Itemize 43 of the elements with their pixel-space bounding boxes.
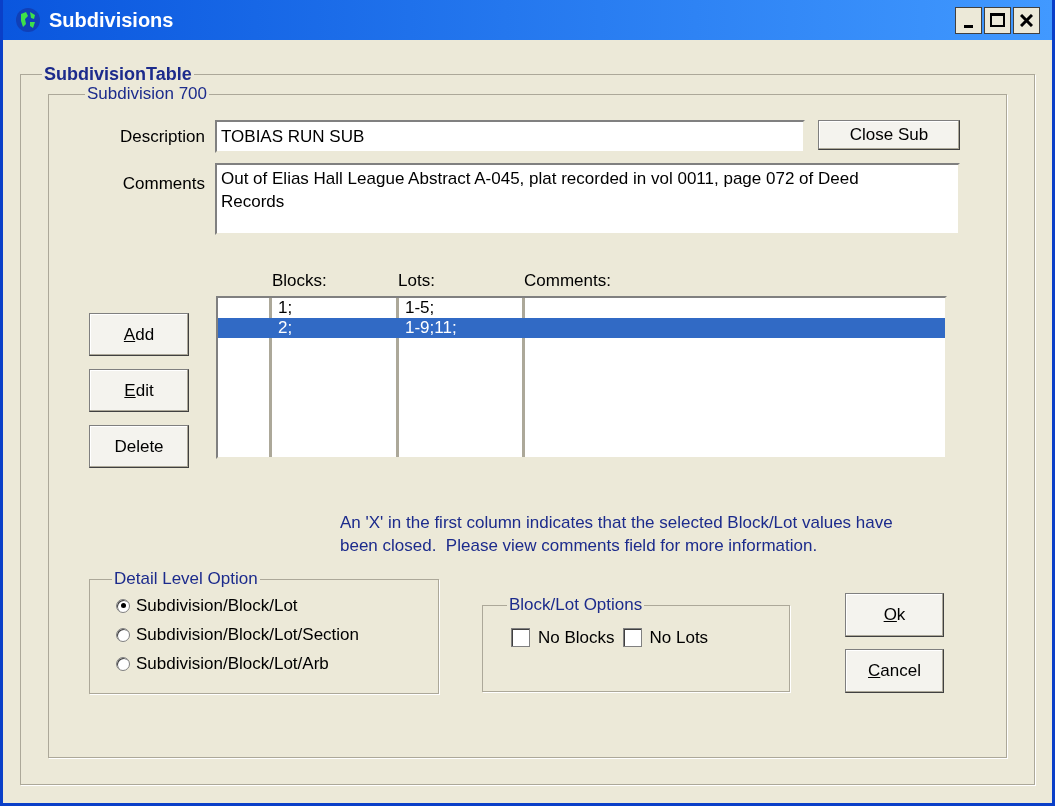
column-header: Comments: bbox=[524, 270, 611, 288]
checkbox-label: No Blocks bbox=[538, 627, 615, 649]
dialog-button[interactable]: Ok bbox=[845, 593, 944, 637]
checkbox[interactable] bbox=[511, 628, 530, 648]
comments-label: Comments bbox=[122, 172, 205, 195]
minimize-icon bbox=[964, 24, 973, 28]
radio-label: Subdivision/Block/Lot/Arb bbox=[136, 652, 329, 675]
close-icon bbox=[1020, 13, 1033, 27]
checkbox[interactable] bbox=[622, 628, 642, 648]
description-label: Description bbox=[119, 126, 205, 148]
block-lot-list[interactable]: 1; 1-5; 2; 1-9;11; bbox=[216, 296, 947, 459]
radio-button[interactable] bbox=[116, 627, 130, 642]
close-button[interactable] bbox=[1013, 6, 1040, 34]
action-button[interactable]: Add bbox=[89, 313, 189, 356]
radio-label: Subdivision/Block/Lot/Section bbox=[136, 623, 360, 646]
list-row[interactable]: 2; 1-9;11; bbox=[218, 318, 945, 338]
column-header: Lots: bbox=[398, 270, 436, 288]
action-button[interactable]: Edit bbox=[89, 369, 189, 412]
group-title: Block/Lot Options bbox=[508, 595, 644, 615]
group-title: Detail Level Option bbox=[113, 569, 259, 589]
maximize-icon bbox=[990, 13, 1005, 27]
dialog-button[interactable]: Cancel bbox=[845, 649, 944, 693]
table-cell-text: 1; bbox=[277, 298, 294, 318]
group-title: SubdivisionTable bbox=[43, 64, 193, 84]
list-row[interactable]: 1; 1-5; bbox=[218, 298, 945, 318]
window-title: Subdivisions bbox=[49, 8, 174, 33]
globe-icon bbox=[15, 7, 41, 33]
radio-label: Subdivision/Block/Lot bbox=[136, 594, 298, 617]
close-sub-button[interactable]: Close Sub bbox=[818, 120, 960, 150]
radio-button[interactable] bbox=[116, 598, 130, 613]
comments-field[interactable]: Out of Elias Hall League Abstract A-045, plat recorded in vol 0011, page 072 of Deed Records bbox=[215, 163, 960, 235]
radio-button[interactable] bbox=[116, 656, 130, 671]
table-cell-text: 1-9;11; bbox=[404, 318, 457, 338]
action-button[interactable]: Delete bbox=[89, 425, 189, 468]
closed-values-note: An 'X' in the first column indicates that the selected Block/Lot values have been closed. Please view comments field for more information. bbox=[340, 512, 894, 557]
group-title: Subdivision 700 bbox=[86, 84, 209, 104]
description-field[interactable]: TOBIAS RUN SUB bbox=[215, 120, 805, 153]
maximize-button[interactable] bbox=[984, 6, 1011, 34]
minimize-button[interactable] bbox=[955, 6, 982, 34]
table-cell-text: 2; bbox=[277, 318, 294, 338]
column-header: Blocks: bbox=[272, 270, 328, 288]
checkbox-label: No Lots bbox=[649, 627, 709, 649]
table-cell-text: 1-5; bbox=[404, 298, 435, 318]
